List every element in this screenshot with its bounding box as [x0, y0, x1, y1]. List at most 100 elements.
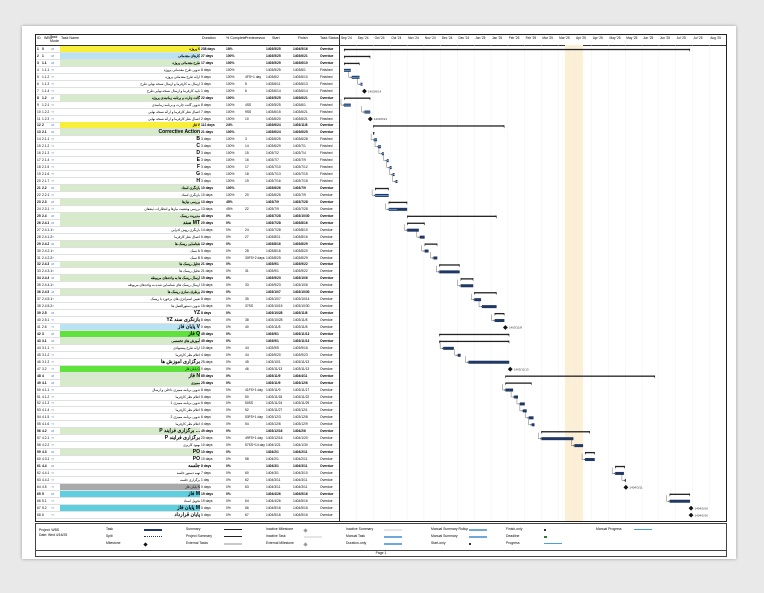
task-name: تدوین طرح مقدماتی پروژه: [163, 67, 200, 72]
task-name: M پایان فاز: [60, 504, 200, 511]
table-row[interactable]: 5.1 66 ⇒ تحویل اسناد 19 days 0% 64 1404/4/26 140…: [36, 498, 339, 505]
legend-label: Inactive Task: [266, 534, 286, 538]
percent-complete: 0%: [226, 227, 231, 232]
table-row[interactable]: 2.4.5 36 ⇒ برطرف سازی ریسک ها 24 days 0% 1403/…: [36, 289, 339, 297]
predecessors: 4FS+1 day: [245, 74, 262, 79]
table-row[interactable]: 1.1 3 ⇒ طرح مقدماتی پروژه 17 days 100% 1403/5/…: [36, 59, 339, 67]
legend-project-info: Project: WBS Date: Wed 4/16/25: [39, 528, 67, 538]
col-percent-header[interactable]: % Complete: [226, 36, 246, 40]
table-row[interactable]: 2.4.1.1 27 ⇒ بازنگری روش اجرایی 14 days 0% 24 1…: [36, 227, 339, 234]
table-row[interactable]: 2.1.7 20 ⇒ H 3 days 100% 19 1403/7/16 1403/7/18 F…: [36, 178, 339, 186]
table-row[interactable]: 5 65 ⇒ M فاز 19 days 0% 1404/4/26 1404/5/16 Over…: [36, 490, 339, 498]
finish-date: 1403/7/28: [293, 199, 308, 204]
table-row[interactable]: 2 12 ⇒ V فاز 112 days 24% 1403/6/24 1403/11/8 Ov…: [36, 122, 339, 130]
table-row[interactable]: 1.1.1 4 ⇒ تدوین طرح مقدماتی پروژه 8 days 100%…: [36, 67, 339, 74]
table-row[interactable]: 2.4.5.1 37 ⇒ تعیین استراتژی های برخورد با ر…: [36, 296, 339, 304]
col-pred-header[interactable]: Predecessors: [245, 36, 265, 40]
col-finish-header[interactable]: Finish: [298, 36, 308, 40]
table-row[interactable]: 2.4.1 26 ⇒ MT سند 20 days 0% 1403/7/28 1403/8/1…: [36, 219, 339, 227]
table-row[interactable]: 3.1.1 44 ⇒ ارائه طرح پیشنهادی 10 days 0% 44 140…: [36, 345, 339, 352]
table-row[interactable]: 2.4.3.1 33 ⇒ تحلیل ریسک ها 21 days 0% 31 1403/9…: [36, 268, 339, 276]
table-row[interactable]: 2.2.1 22 ⇒ بازنگری اسناد 10 days 100% 20 1403/6…: [36, 192, 339, 199]
col-mode-header[interactable]: Task Mode: [50, 35, 60, 43]
col-name-header[interactable]: Task Name: [61, 36, 79, 40]
col-status-header[interactable]: Task Status: [320, 36, 339, 40]
table-row[interactable]: 2.1.6 19 ⇒ G 3 days 100% 18 1403/7/13 1403/7/15 F…: [36, 171, 339, 179]
duration: 8 days: [201, 297, 211, 302]
task-status: Overdue: [320, 422, 333, 427]
table-row[interactable]: 2.4.2 29 ⇒ شناسایی ریسک ها 12 days 0% 1403/8/1…: [36, 240, 339, 248]
table-row[interactable]: 4.5 64 ⇒ N پایان فاز 0 days 0% 63 1404/3/11 1404…: [36, 483, 339, 491]
col-duration-header[interactable]: Duration: [202, 36, 216, 40]
table-row[interactable]: 2.2 21 ⇒ بازنگری اسناد 10 days 100% 1403/6/26 1…: [36, 185, 339, 192]
dependency-link: [528, 418, 532, 425]
table-row[interactable]: 4.3 59 ⇒ PO 10 days 0% 1404/2/1 1404/2/11 Overdu…: [36, 449, 339, 457]
table-row[interactable]: 4.4.2 63 ⇒ برگزاری جلسه 1 day 0% 62 1404/3/11 14…: [36, 477, 339, 484]
table-row[interactable]: 4.4.1 62 ⇒ تهیه دستور جلسه 7 days 0% 60 1404/3/…: [36, 470, 339, 477]
wbs-code: 2.3.1: [42, 206, 50, 211]
table-row[interactable]: 3.1.2 45 ⇒ اعلام نظر کارفرما 4 days 0% 44 1403/…: [36, 352, 339, 359]
split-legend-swatch: [144, 535, 162, 540]
table-row[interactable]: 2.4.5.2 38 ⇒ تدوین دستورالعمل ها 16 days 0% 37…: [36, 303, 339, 311]
table-row[interactable]: 1.1.3 6 ⇒ ارسال به کارفرما و ارسال نسخه نها…: [36, 81, 339, 88]
table-row[interactable]: 0 1 ⇒ X پروژه 238 days 18% 1403/5/25 1404/5/16 O…: [36, 46, 339, 53]
table-row[interactable]: 2.1.5 18 ⇒ F 3 days 100% 17 1403/7/10 1403/7/12 F…: [36, 164, 339, 172]
table-row[interactable]: 3.2 47 ⇒ Q پایان فاز 0 days 0% 46 1403/11/13 140…: [36, 365, 339, 373]
table-row[interactable]: 2.1.2 15 ⇒ C 3 days 100% 14 1403/6/29 1403/7/1 Fi…: [36, 143, 339, 151]
table-row[interactable]: 6 68 ⇒ پایان قرارداد 0 days 0% 67 1404/5/16 1404…: [36, 512, 339, 519]
duration: 8 days: [201, 102, 211, 107]
table-row[interactable]: 4.1 49 ⇒ ممیزی 25 days 0% 1403/11/9 1403/12/6 Ov…: [36, 379, 339, 387]
finish-date: 1403/11/8: [293, 318, 308, 323]
table-row[interactable]: 2.3 23 ⇒ بررسی نیازها 13 days 45% 1403/7/9 1403…: [36, 198, 339, 206]
dependency-link: [430, 252, 434, 259]
task-name: پایان قرارداد: [174, 511, 200, 518]
summary-start-cap: [407, 222, 409, 226]
table-row[interactable]: 2.4 25 ⇒ مدیریت ریسک 48 days 0% 1403/7/28 1403/…: [36, 212, 339, 220]
table-row[interactable]: 4.4 61 ⇒ جلسه 8 days 0% 1404/3/1 1404/3/11 Overd…: [36, 463, 339, 470]
table-row[interactable]: 2.4.2.1 30 ⇒ A تسک 5 days 0% 28 1403/8/16 1403/8…: [36, 248, 339, 255]
col-id-header[interactable]: ID: [37, 36, 41, 40]
table-row[interactable]: 4 48 ⇒ N فاز 85 days 0% 1403/11/9 1404/4/11 Over…: [36, 372, 339, 380]
table-row[interactable]: 4.1.3 52 ⇒ تدوین برنامه ممیزی 16 days 0% 50SS…: [36, 400, 339, 408]
table-row[interactable]: 2.1.1 14 ⇒ B 3 days 100% 3 1403/6/25 1403/6/28 Fi…: [36, 136, 339, 144]
percent-complete: 100%: [226, 172, 235, 177]
table-row[interactable]: 4.1.6 55 ⇒ اعلام نظر کارفرما 4 days 0% 54 1403/…: [36, 421, 339, 429]
table-row[interactable]: 2.4.4 34 ⇒ ارسال ریسک ها به واحدهای مربوطه 1…: [36, 275, 339, 283]
table-row[interactable]: 4.3.1 60 ⇒ PO 10 days 0% 58 1404/2/1 1404/2/11 Ov…: [36, 456, 339, 464]
table-row[interactable]: 4.1.4 53 ⇒ اعلام نظر کارفرما 5 days 0% 52 1403/…: [36, 407, 339, 415]
table-row[interactable]: 1.1.4 7 ⇒ تایید کارفرما و ارسال نسخه نهایی …: [36, 88, 339, 95]
table-row[interactable]: 2.1 13 ⇒ Corrective Action 21 days 100% 1403/6…: [36, 129, 339, 137]
table-row[interactable]: 1.2.1 9 ⇒ تدوین گانت چارت و برنامه زمانبندی…: [36, 102, 339, 109]
row-id: 61: [37, 464, 41, 468]
table-row[interactable]: 1.2.3 11 ⇒ اعمال نظر کارفرما و ارائه نسخه ن…: [36, 116, 339, 123]
table-row[interactable]: 4.1.1 50 ⇒ تدوین برنامه ممیزی داخلی و ارسال…: [36, 387, 339, 394]
row-id: 67: [37, 505, 41, 510]
table-row[interactable]: 1.2 8 ⇒ گانت چارت و برنامه زمانبندی پروژه 22…: [36, 94, 339, 102]
finish-date: 1403/11/13: [293, 338, 310, 343]
table-row[interactable]: 2.3.1 24 ⇒ بررسی وضعیت نیازها و انتظارات ذی…: [36, 206, 339, 213]
table-row[interactable]: 2.4.3 32 ⇒ تحلیل ریسک ها 21 days 0% 1403/9/1 14…: [36, 261, 339, 269]
table-row[interactable]: 2.5 39 ⇒ YZ 8 days 0% 1403/10/28 1403/11/8 Overd…: [36, 310, 339, 318]
wbs-code: 1.2.1: [42, 102, 50, 107]
table-row[interactable]: 1 2 ⇒ کارهای مقدماتی 27 days 100% 1403/5/25 140…: [36, 52, 339, 60]
table-row[interactable]: 3.1.3 46 ⇒ برگزاری آموزش ها 25 days 0% 45 1403/…: [36, 359, 339, 366]
table-row[interactable]: 2.1.3 16 ⇒ D 3 days 100% 15 1403/7/2 1403/7/4 Fin…: [36, 150, 339, 158]
table-row[interactable]: 1.1.2 5 ⇒ ارائه طرح مقدماتی پروژه 9 days 100%…: [36, 74, 339, 81]
table-row[interactable]: 2.5.1 40 ⇒ بازنگری سند YZ 8 days 0% 38 1403/10/…: [36, 317, 339, 325]
table-row[interactable]: 1.2.2 10 ⇒ اعمال نظر کارفرما و ارائه نسخه ن…: [36, 109, 339, 116]
table-row[interactable]: 4.2.1 57 ⇒ برگزاری فرایند P 20 days 0% 49FS+1 …: [36, 435, 339, 443]
table-row[interactable]: 4.2 56 ⇒... برگزاری فرایند P 49 days 0% 1403/…: [36, 428, 339, 436]
percent-complete: 0%: [226, 422, 231, 427]
table-row[interactable]: 4.1.5 54 ⇒ تدوین برنامه ممیزی 26 days 0% 53FS…: [36, 414, 339, 422]
table-row[interactable]: 2.1.4 17 ⇒ E 3 days 100% 16 1403/7/7 1403/7/9 Fin…: [36, 157, 339, 165]
table-row[interactable]: 3.1 43 ⇒ آموزش های تخصصی 45 days 0% 1403/9/1 14…: [36, 337, 339, 345]
table-row[interactable]: 3 42 ⇒ Q فاز 45 days 0% 1403/9/1 1403/11/13 Over…: [36, 330, 339, 338]
table-row[interactable]: 2.4.2.2 31 ⇒ B تسک 5 days 0% 30FS+2 days 1403/8…: [36, 255, 339, 262]
table-row[interactable]: 5.2 67 ⇒ M پایان فاز 0 days 0% 66 1404/5/16 1404…: [36, 504, 339, 512]
col-start-header[interactable]: Start: [272, 36, 280, 40]
table-row[interactable]: 2.4.1.2 28 ⇒ اعمال نظر کارفرما 6 days 0% 27 140…: [36, 234, 339, 241]
table-row[interactable]: 2.6 41 ⇒ V پایان فاز 0 days 0% 40 1403/11/8 1403…: [36, 324, 339, 331]
table-row[interactable]: 4.1.2 51 ⇒ اعلام نظر کارفرما 5 days 0% 50 1403/…: [36, 394, 339, 401]
table-row[interactable]: 4.2.2 58 ⇒ بهبود کاربری 10 days 0% 57SS+14 day…: [36, 442, 339, 450]
table-row[interactable]: 2.4.4.1 35 ⇒ ارسال ریسک های شناسایی شده به …: [36, 282, 339, 290]
